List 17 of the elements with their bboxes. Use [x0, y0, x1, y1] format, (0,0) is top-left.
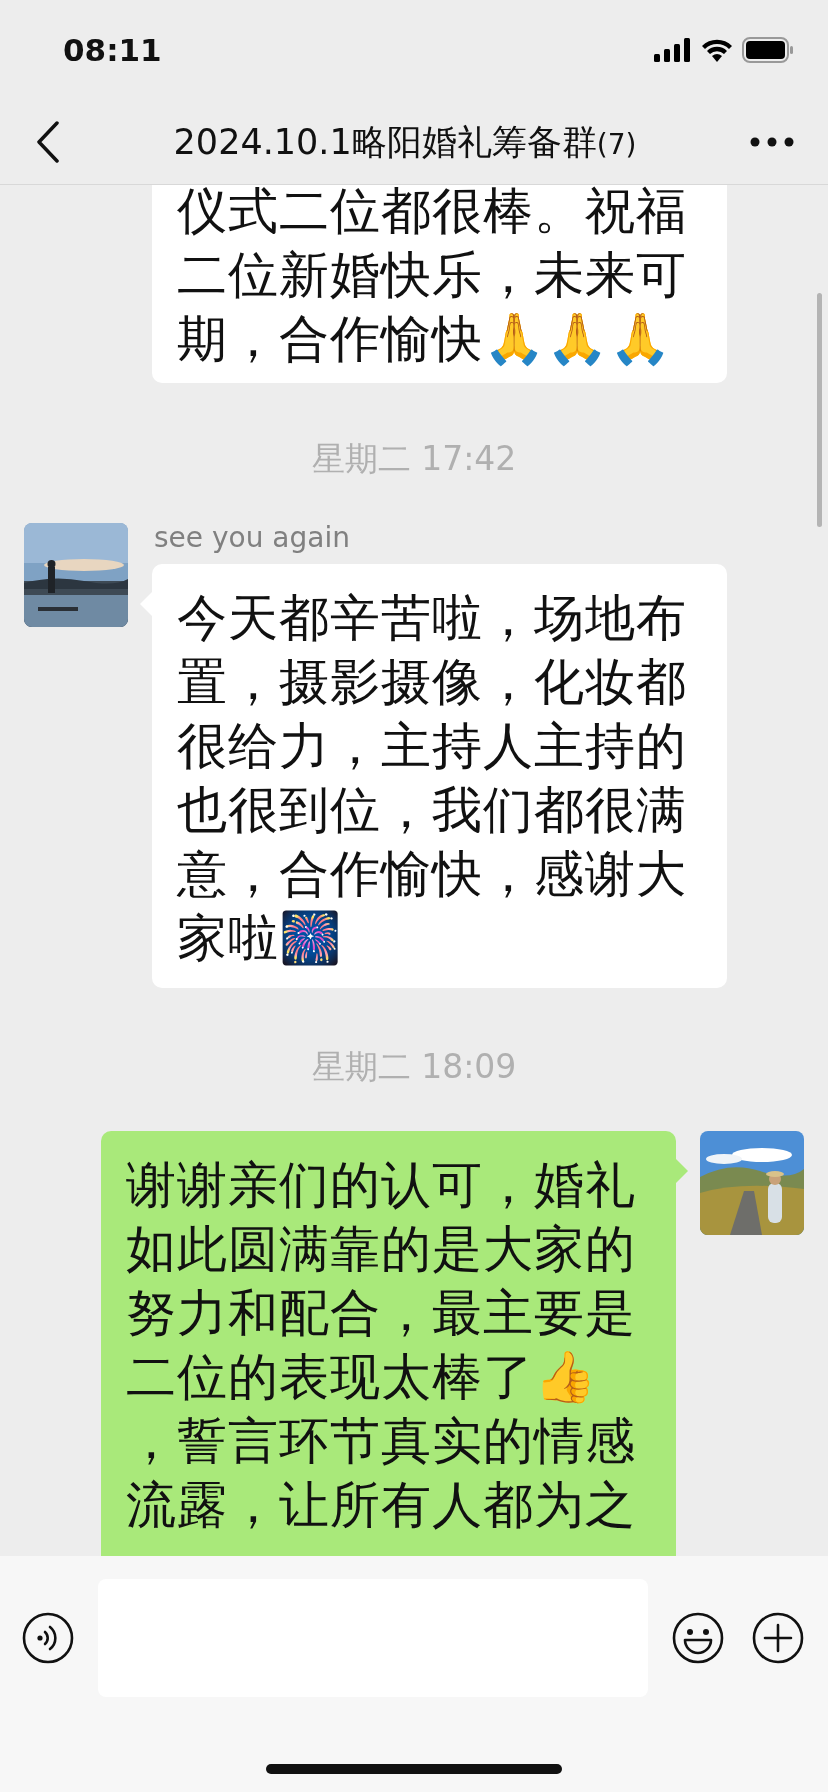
back-icon[interactable] [36, 121, 60, 163]
member-count: (7) [596, 127, 637, 161]
message-text: 仪式二位都很棒。祝福 二位新婚快乐，未来可 期，合作愉快🙏🙏🙏 [177, 185, 688, 370]
message-text: 谢谢亲们的认可，婚礼 如此圆满靠的是大家的 努力和配合，最主要是 二位的表现太棒了👍 ，誓言环节真实的情感 流露，让所有人都为之 [126, 1155, 637, 1536]
message-text: 今天都辛苦啦，场地布 置，摄影摄像，化妆都 很给力，主持人主持的 也很到位，我们都很满 意，合作愉快，感谢大 家啦🎆 [177, 588, 688, 969]
add-icon[interactable] [752, 1612, 804, 1664]
timestamp: 星期二 17:42 [311, 439, 517, 479]
status-time: 08:11 [63, 32, 162, 68]
wifi-icon [701, 38, 733, 62]
timestamp: 星期二 18:09 [311, 1047, 517, 1087]
battery-icon [742, 37, 794, 63]
more-icon[interactable] [750, 137, 794, 147]
signal-icon [654, 38, 692, 62]
emoji-icon[interactable] [672, 1612, 724, 1664]
chat-title: 2024.10.1略阳婚礼筹备群 [173, 120, 597, 164]
sender-name: see you again [154, 520, 351, 556]
voice-icon[interactable] [22, 1612, 74, 1664]
